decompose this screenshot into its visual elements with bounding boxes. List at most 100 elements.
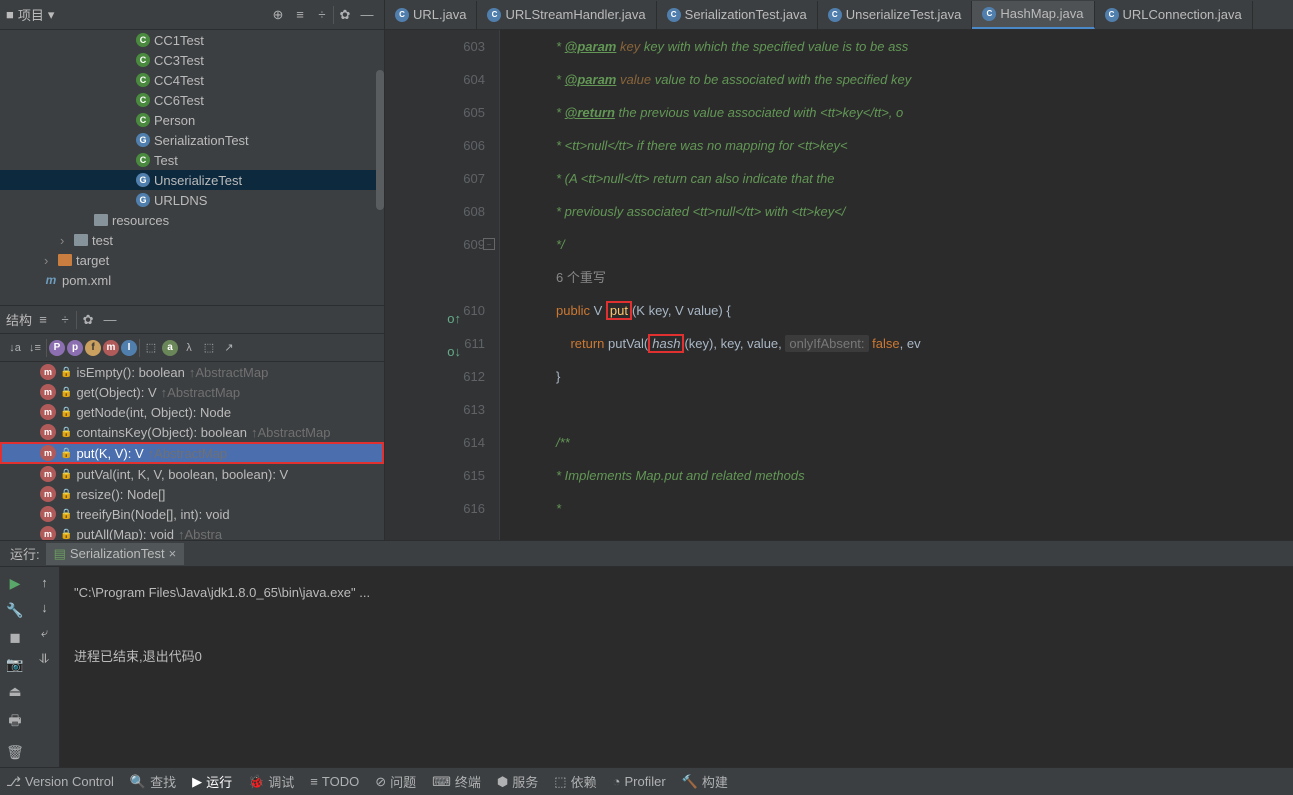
- build-tool[interactable]: 🔨 构建: [682, 772, 728, 791]
- filter-lambda-icon[interactable]: λ: [180, 339, 198, 357]
- filter-anon-icon[interactable]: a: [162, 340, 178, 356]
- terminal-tool[interactable]: ⌨ 终端: [432, 772, 481, 791]
- settings-icon[interactable]: ✿: [334, 4, 356, 26]
- project-file-SerializationTest[interactable]: GSerializationTest: [0, 130, 384, 150]
- filter-properties-icon[interactable]: P: [49, 340, 65, 356]
- gutter[interactable]: 603604605606607608609−o↑ o↓6106116126136…: [385, 30, 500, 540]
- softwrap-icon[interactable]: ⤶: [41, 625, 48, 641]
- line-number[interactable]: 603: [385, 30, 485, 63]
- filter-inherit-icon[interactable]: ⬚: [142, 339, 160, 357]
- structure-method[interactable]: m🔒put(K, V): V ↑AbstractMap: [0, 442, 384, 464]
- debug-tool[interactable]: 🐞 调试: [248, 772, 294, 791]
- fold-icon[interactable]: −: [483, 238, 495, 250]
- folder-target[interactable]: ›target: [0, 250, 384, 270]
- line-number[interactable]: 612: [385, 360, 485, 393]
- sort-alpha-icon[interactable]: ↓a: [6, 339, 24, 357]
- down-icon[interactable]: ↓: [41, 600, 48, 615]
- up-icon[interactable]: ↑: [41, 575, 48, 590]
- deps-tool[interactable]: ⬚ 依赖: [554, 772, 596, 791]
- structure-method[interactable]: m🔒get(Object): V ↑AbstractMap: [0, 382, 384, 402]
- stop-icon[interactable]: ◼: [9, 629, 21, 646]
- hide-icon[interactable]: —: [356, 4, 378, 26]
- overrides-hint[interactable]: 6 个重写: [556, 261, 1293, 294]
- structure-method[interactable]: m🔒containsKey(Object): boolean ↑Abstract…: [0, 422, 384, 442]
- tree-scrollbar[interactable]: [376, 70, 384, 210]
- wrench-icon[interactable]: 🔧: [6, 602, 23, 619]
- editor-tab[interactable]: CURL.java: [385, 1, 477, 29]
- delete-icon[interactable]: 🗑: [6, 744, 24, 761]
- console-output[interactable]: "C:\Program Files\Java\jdk1.8.0_65\bin\j…: [60, 567, 1293, 767]
- filter-nonpublic-icon[interactable]: ⬚: [200, 339, 218, 357]
- class-icon: C: [136, 153, 150, 167]
- line-number[interactable]: 606: [385, 129, 485, 162]
- expand-icon[interactable]: ≡: [289, 4, 311, 26]
- code-body[interactable]: * @param key key with which the specifie…: [500, 30, 1293, 540]
- services-tool[interactable]: ⬢ 服务: [497, 772, 538, 791]
- line-number[interactable]: o↑ o↓610: [385, 294, 485, 327]
- project-file-URLDNS[interactable]: GURLDNS: [0, 190, 384, 210]
- line-number[interactable]: 607: [385, 162, 485, 195]
- project-file-CC1Test[interactable]: CCC1Test: [0, 30, 384, 50]
- structure-method[interactable]: m🔒getNode(int, Object): Node: [0, 402, 384, 422]
- structure-method[interactable]: m🔒treeifyBin(Node[], int): void: [0, 504, 384, 524]
- rerun-icon[interactable]: ▶: [10, 575, 21, 592]
- run-tab[interactable]: ▤ SerializationTest ×: [46, 543, 185, 565]
- autoscroll-icon[interactable]: ↗: [220, 339, 238, 357]
- struct-settings-icon[interactable]: ✿: [77, 309, 99, 331]
- filter-fields-icon[interactable]: f: [85, 340, 101, 356]
- run-tool[interactable]: ▶ 运行: [192, 772, 232, 791]
- override-icon[interactable]: o↑ o↓: [445, 302, 461, 318]
- structure-method[interactable]: m🔒putVal(int, K, V, boolean, boolean): V: [0, 464, 384, 484]
- exit-icon[interactable]: ⏏: [8, 683, 21, 700]
- line-number[interactable]: 604: [385, 63, 485, 96]
- editor-tab[interactable]: CSerializationTest.java: [657, 1, 818, 29]
- line-number[interactable]: 608: [385, 195, 485, 228]
- line-number[interactable]: 611: [385, 327, 485, 360]
- struct-collapse-icon[interactable]: ÷: [54, 309, 76, 331]
- issues-tool[interactable]: ⊘ 问题: [375, 772, 416, 791]
- scroll-end-icon[interactable]: ⥥: [40, 651, 49, 667]
- filter-param-icon[interactable]: p: [67, 340, 83, 356]
- structure-list[interactable]: m🔒isEmpty(): boolean ↑AbstractMapm🔒get(O…: [0, 362, 384, 544]
- project-title[interactable]: ■ 项目 ▾: [6, 5, 54, 24]
- locate-icon[interactable]: ⊕: [267, 4, 289, 26]
- line-number[interactable]: 613: [385, 393, 485, 426]
- project-file-Person[interactable]: CPerson: [0, 110, 384, 130]
- line-number[interactable]: 616: [385, 492, 485, 525]
- folder-test[interactable]: ›test: [0, 230, 384, 250]
- structure-method[interactable]: m🔒isEmpty(): boolean ↑AbstractMap: [0, 362, 384, 382]
- filter-inner-icon[interactable]: I: [121, 340, 137, 356]
- filter-methods-icon[interactable]: m: [103, 340, 119, 356]
- line-number[interactable]: [385, 261, 485, 294]
- project-file-CC3Test[interactable]: CCC3Test: [0, 50, 384, 70]
- editor-tab[interactable]: CURLConnection.java: [1095, 1, 1253, 29]
- close-icon[interactable]: ×: [169, 546, 177, 561]
- line-number[interactable]: 605: [385, 96, 485, 129]
- project-file-CC6Test[interactable]: CCC6Test: [0, 90, 384, 110]
- editor-tab[interactable]: CHashMap.java: [972, 1, 1094, 29]
- project-file-CC4Test[interactable]: CCC4Test: [0, 70, 384, 90]
- folder-icon: [74, 234, 88, 246]
- print-icon[interactable]: 🖶: [8, 710, 21, 734]
- sort-visibility-icon[interactable]: ↓≡: [26, 339, 44, 357]
- profiler-tool[interactable]: ◔ Profiler: [613, 774, 666, 789]
- collapse-icon[interactable]: ÷: [311, 4, 333, 26]
- line-number[interactable]: 615: [385, 459, 485, 492]
- camera-icon[interactable]: 📷: [6, 656, 23, 673]
- folder-resources[interactable]: resources: [0, 210, 384, 230]
- struct-expand-icon[interactable]: ≡: [32, 309, 54, 331]
- pom-file[interactable]: m pom.xml: [0, 270, 384, 290]
- editor-tab[interactable]: CURLStreamHandler.java: [477, 1, 656, 29]
- editor-tab[interactable]: CUnserializeTest.java: [818, 1, 973, 29]
- project-tree[interactable]: CCC1TestCCC3TestCCC4TestCCC6TestCPersonG…: [0, 30, 384, 305]
- code-editor[interactable]: 603604605606607608609−o↑ o↓6106116126136…: [385, 30, 1293, 540]
- find-tool[interactable]: 🔍 查找: [130, 772, 176, 791]
- structure-method[interactable]: m🔒resize(): Node[]: [0, 484, 384, 504]
- project-file-UnserializeTest[interactable]: GUnserializeTest: [0, 170, 384, 190]
- project-file-Test[interactable]: CTest: [0, 150, 384, 170]
- line-number[interactable]: 614: [385, 426, 485, 459]
- line-number[interactable]: 609−: [385, 228, 485, 261]
- todo-tool[interactable]: ≡ TODO: [310, 774, 359, 789]
- struct-hide-icon[interactable]: —: [99, 309, 121, 331]
- vcs-tool[interactable]: ⎇ Version Control: [6, 774, 114, 790]
